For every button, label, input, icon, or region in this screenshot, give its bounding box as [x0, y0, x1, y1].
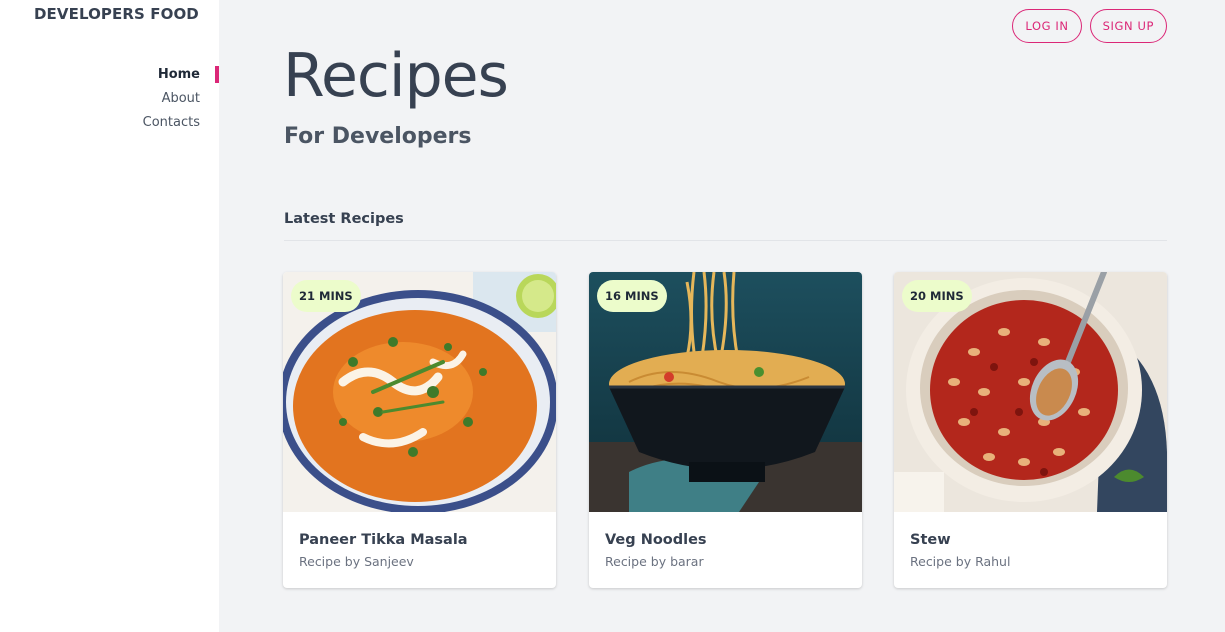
- recipe-image-noodles: 16 MINS: [589, 272, 862, 512]
- recipe-title[interactable]: Veg Noodles: [605, 530, 846, 550]
- signup-button[interactable]: SIGN UP: [1089, 9, 1167, 43]
- recipe-title[interactable]: Paneer Tikka Masala: [299, 530, 540, 550]
- login-button[interactable]: LOG IN: [1012, 9, 1082, 43]
- recipe-author: Recipe by barar: [605, 554, 704, 569]
- sidebar: DEVELOPERS FOOD Home About Contacts: [0, 0, 219, 632]
- nav-item-contacts[interactable]: Contacts: [0, 112, 219, 136]
- recipe-card[interactable]: 16 MINS Veg Noodles Recipe by barar: [589, 272, 862, 588]
- recipe-author: Recipe by Rahul: [910, 554, 1011, 569]
- recipe-image-stew: 20 MINS: [894, 272, 1167, 512]
- recipe-image-curry: 21 MINS: [283, 272, 556, 512]
- brand-logo[interactable]: DEVELOPERS FOOD: [34, 5, 199, 23]
- nav-item-home[interactable]: Home: [0, 64, 219, 88]
- auth-buttons: LOG IN SIGN UP: [1012, 9, 1167, 43]
- cook-time-badge: 16 MINS: [597, 280, 667, 312]
- recipe-author: Recipe by Sanjeev: [299, 554, 414, 569]
- page-title: Recipes: [283, 41, 509, 111]
- cook-time-badge: 20 MINS: [902, 280, 972, 312]
- cook-time-badge: 21 MINS: [291, 280, 361, 312]
- recipe-title[interactable]: Stew: [910, 530, 1151, 550]
- recipe-card[interactable]: 21 MINS Paneer Tikka Masala Recipe by Sa…: [283, 272, 556, 588]
- nav-item-about[interactable]: About: [0, 88, 219, 112]
- main-nav: Home About Contacts: [0, 64, 219, 136]
- recipe-card[interactable]: 20 MINS Stew Recipe by Rahul: [894, 272, 1167, 588]
- page-subtitle: For Developers: [284, 124, 472, 149]
- section-heading: Latest Recipes: [284, 208, 1167, 241]
